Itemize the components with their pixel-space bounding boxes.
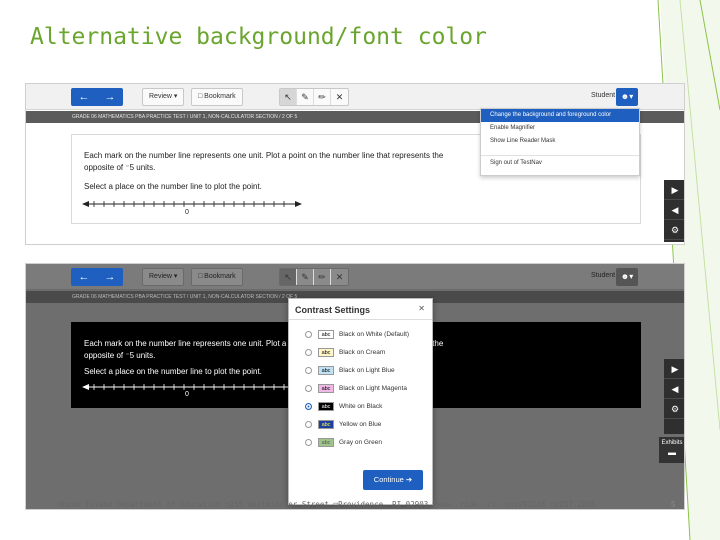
highlighter-tool-button[interactable]: ✎	[297, 269, 314, 285]
color-swatch: abc	[318, 365, 334, 375]
page-number: 5	[671, 500, 676, 509]
pencil-tool-button[interactable]: ✏	[314, 89, 331, 105]
eliminator-tool-button[interactable]: ✕	[331, 269, 348, 285]
pointer-tool-button[interactable]: ↖	[280, 89, 297, 105]
account-menu: Change the background and foreground col…	[480, 108, 640, 176]
radio-button[interactable]	[305, 366, 312, 374]
question-prompt: Select a place on the number line to plo…	[84, 182, 262, 191]
option-label: Black on Light Magenta	[339, 384, 407, 392]
review-button[interactable]: Review ▾	[142, 88, 185, 106]
radio-button[interactable]	[305, 384, 312, 392]
menu-item-line-reader-mask[interactable]: Show Line Reader Mask	[481, 135, 639, 148]
screenshot-default-colors: ← → Review ▾ □ Bookmark ↖ ✎ ✏ ✕ Student …	[25, 83, 685, 245]
color-swatch: abc	[318, 437, 334, 447]
test-toolbar: ← → Review ▾ □ Bookmark ↖ ✎ ✏ ✕ Student …	[26, 84, 684, 110]
continue-button[interactable]: Continue ➔	[363, 470, 423, 490]
option-label: Black on Cream	[339, 348, 386, 356]
menu-item-change-colors[interactable]: Change the background and foreground col…	[481, 109, 639, 122]
zero-label: 0	[185, 209, 189, 216]
slide-footer: Rhode Island Department of Education □25…	[58, 500, 596, 509]
user-menu-button[interactable]: ☻▾	[616, 88, 638, 106]
option-label: White on Black	[339, 402, 383, 410]
test-toolbar: ← → Review ▾ □ Bookmark ↖ ✎ ✏ ✕ Student …	[26, 264, 684, 290]
bookmark-button[interactable]: □ Bookmark	[191, 88, 243, 106]
contrast-option[interactable]: abc Black on Light Magenta	[305, 382, 407, 394]
option-label: Gray on Green	[339, 438, 382, 446]
user-menu-button[interactable]: ☻▾	[616, 268, 638, 286]
slide: Alternative background/font color ← → Re…	[0, 0, 720, 540]
back-button[interactable]: ←	[71, 88, 97, 106]
contrast-option-selected[interactable]: abc White on Black	[305, 400, 382, 412]
close-icon[interactable]: ✕	[418, 304, 425, 313]
tool-buttons: ↖ ✎ ✏ ✕	[279, 88, 349, 106]
color-swatch: abc	[318, 347, 334, 357]
dialog-title: Contrast Settings	[295, 305, 371, 315]
radio-button[interactable]	[305, 348, 312, 356]
option-label: Black on Light Blue	[339, 366, 395, 374]
contrast-option[interactable]: abc Black on Light Blue	[305, 364, 395, 376]
color-swatch: abc	[318, 383, 334, 393]
play-icon[interactable]: ▶	[664, 359, 684, 379]
play-icon[interactable]: ▶	[664, 180, 684, 200]
forward-button[interactable]: →	[97, 268, 123, 286]
folder-icon: ▬	[668, 448, 676, 457]
side-toolbar: ▶ ◀ ⚙	[664, 359, 684, 434]
exhibits-label: Exhibits	[661, 440, 683, 446]
color-swatch: abc	[318, 401, 334, 411]
pencil-tool-button[interactable]: ✏	[314, 269, 331, 285]
question-prompt: Select a place on the number line to plo…	[84, 367, 262, 376]
highlighter-tool-button[interactable]: ✎	[297, 89, 314, 105]
option-label: Black on White (Default)	[339, 330, 410, 338]
review-button[interactable]: Review ▾	[142, 268, 185, 286]
contrast-settings-dialog: Contrast Settings ✕ abc Black on White (…	[288, 298, 433, 505]
forward-button[interactable]: →	[97, 88, 123, 106]
number-line[interactable]	[82, 378, 302, 400]
megaphone-icon[interactable]: ◀	[664, 379, 684, 399]
radio-button-selected[interactable]	[305, 402, 312, 410]
slide-title: Alternative background/font color	[30, 24, 487, 50]
number-line[interactable]	[82, 195, 302, 217]
color-swatch: abc	[318, 419, 334, 429]
tool-buttons: ↖ ✎ ✏ ✕	[279, 268, 349, 286]
bookmark-button[interactable]: □ Bookmark	[191, 268, 243, 286]
back-button[interactable]: ←	[71, 268, 97, 286]
screenshot-white-on-black: ← → Review ▾ □ Bookmark ↖ ✎ ✏ ✕ Student …	[25, 263, 685, 510]
gear-icon[interactable]: ⚙	[664, 399, 684, 419]
exhibits-button[interactable]: Exhibits ▬	[659, 437, 684, 463]
side-toolbar: ▶ ◀ ⚙	[664, 180, 684, 242]
eliminator-tool-button[interactable]: ✕	[331, 89, 348, 105]
megaphone-icon[interactable]: ◀	[664, 200, 684, 220]
student-label: Student	[591, 272, 616, 279]
question-text: Each mark on the number line represents …	[84, 151, 444, 172]
gear-icon[interactable]: ⚙	[664, 220, 684, 240]
zero-label: 0	[185, 391, 189, 398]
menu-item-enable-magnifier[interactable]: Enable Magnifier	[481, 122, 639, 135]
navigation-buttons: ← →	[71, 88, 123, 106]
student-label: Student	[591, 92, 616, 99]
dialog-divider	[289, 319, 432, 320]
navigation-buttons: ← →	[71, 268, 123, 286]
contrast-option[interactable]: abc Yellow on Blue	[305, 418, 381, 430]
radio-button[interactable]	[305, 420, 312, 428]
radio-button[interactable]	[305, 438, 312, 446]
menu-item-sign-out[interactable]: Sign out of TestNav	[481, 155, 639, 170]
contrast-option[interactable]: abc Black on Cream	[305, 346, 385, 358]
pointer-tool-button[interactable]: ↖	[280, 269, 297, 285]
radio-button[interactable]	[305, 330, 312, 338]
option-label: Yellow on Blue	[339, 420, 382, 428]
color-swatch: abc	[318, 329, 334, 339]
contrast-option[interactable]: abc Black on White (Default)	[305, 328, 409, 340]
contrast-option[interactable]: abc Gray on Green	[305, 436, 382, 448]
